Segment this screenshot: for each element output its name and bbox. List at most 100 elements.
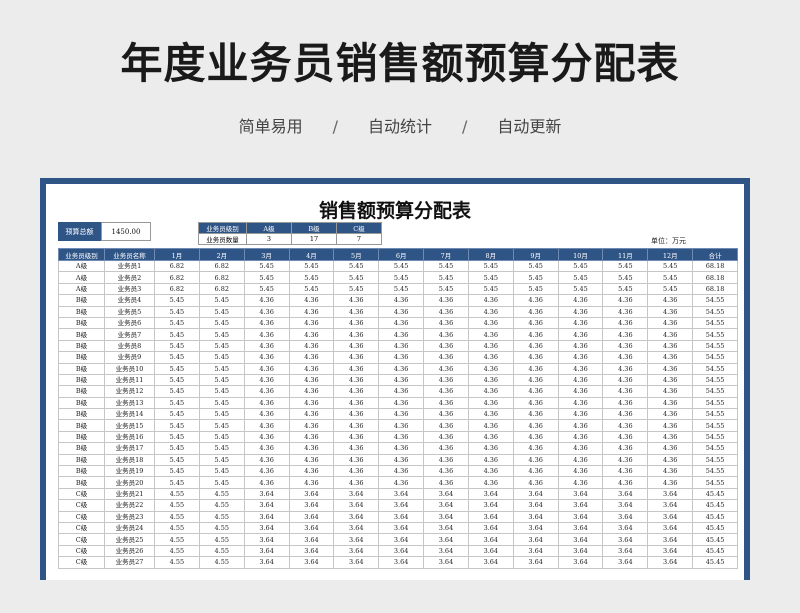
column-header[interactable]: 8月 bbox=[467, 248, 514, 261]
month-cell[interactable]: 4.36 bbox=[467, 373, 514, 387]
month-cell[interactable]: 4.36 bbox=[243, 385, 290, 398]
month-cell[interactable]: 3.64 bbox=[602, 487, 649, 501]
column-header[interactable]: 3月 bbox=[243, 248, 290, 261]
month-cell[interactable]: 4.36 bbox=[557, 373, 604, 387]
month-cell[interactable]: 3.64 bbox=[378, 544, 425, 558]
month-cell[interactable]: 4.36 bbox=[243, 396, 290, 410]
month-cell[interactable]: 5.45 bbox=[333, 259, 380, 273]
month-cell[interactable]: 4.36 bbox=[333, 465, 380, 478]
level-cell[interactable]: B级 bbox=[58, 465, 105, 478]
month-cell[interactable]: 4.55 bbox=[198, 510, 245, 524]
month-cell[interactable]: 4.36 bbox=[512, 294, 559, 307]
month-cell[interactable]: 5.45 bbox=[602, 259, 649, 273]
month-cell[interactable]: 4.36 bbox=[288, 339, 335, 353]
month-cell[interactable]: 3.64 bbox=[467, 533, 514, 546]
month-cell[interactable]: 3.64 bbox=[512, 510, 559, 524]
total-cell[interactable]: 54.55 bbox=[692, 351, 738, 364]
total-cell[interactable]: 54.55 bbox=[692, 294, 738, 307]
month-cell[interactable]: 3.64 bbox=[647, 544, 694, 558]
month-cell[interactable]: 4.36 bbox=[512, 339, 559, 353]
level-cell[interactable]: B级 bbox=[58, 339, 105, 353]
month-cell[interactable]: 5.45 bbox=[154, 385, 200, 398]
month-cell[interactable]: 4.36 bbox=[647, 396, 694, 410]
level-cell[interactable]: C级 bbox=[58, 544, 105, 558]
month-cell[interactable]: 5.45 bbox=[198, 453, 245, 467]
month-cell[interactable]: 4.36 bbox=[557, 453, 604, 467]
month-cell[interactable]: 5.45 bbox=[154, 373, 200, 387]
month-cell[interactable]: 3.64 bbox=[288, 533, 335, 546]
level-cell[interactable]: C级 bbox=[58, 499, 105, 512]
month-cell[interactable]: 4.36 bbox=[602, 351, 649, 364]
month-cell[interactable]: 3.64 bbox=[378, 521, 425, 535]
month-cell[interactable]: 5.45 bbox=[198, 362, 245, 375]
month-cell[interactable]: 3.64 bbox=[557, 521, 604, 535]
month-cell[interactable]: 4.36 bbox=[647, 385, 694, 398]
month-cell[interactable]: 4.36 bbox=[557, 351, 604, 364]
month-cell[interactable]: 4.36 bbox=[378, 373, 425, 387]
month-cell[interactable]: 4.36 bbox=[647, 419, 694, 432]
month-cell[interactable]: 5.45 bbox=[198, 430, 245, 444]
name-cell[interactable]: 业务员15 bbox=[104, 419, 155, 432]
name-cell[interactable]: 业务员18 bbox=[104, 453, 155, 467]
month-cell[interactable]: 3.64 bbox=[512, 521, 559, 535]
month-cell[interactable]: 5.45 bbox=[198, 294, 245, 307]
month-cell[interactable]: 4.36 bbox=[243, 351, 290, 364]
month-cell[interactable]: 4.36 bbox=[467, 476, 514, 489]
month-cell[interactable]: 4.36 bbox=[512, 465, 559, 478]
level-cell[interactable]: B级 bbox=[58, 305, 105, 318]
month-cell[interactable]: 3.64 bbox=[243, 533, 290, 546]
month-cell[interactable]: 5.45 bbox=[198, 316, 245, 330]
month-cell[interactable]: 5.45 bbox=[154, 396, 200, 410]
month-cell[interactable]: 5.45 bbox=[198, 328, 245, 341]
level-cell[interactable]: B级 bbox=[58, 453, 105, 467]
month-cell[interactable]: 4.36 bbox=[557, 339, 604, 353]
count-b[interactable]: 17 bbox=[291, 233, 337, 245]
month-cell[interactable]: 5.45 bbox=[467, 282, 514, 296]
name-cell[interactable]: 业务员11 bbox=[104, 373, 155, 387]
month-cell[interactable]: 5.45 bbox=[198, 385, 245, 398]
total-cell[interactable]: 68.18 bbox=[692, 282, 738, 296]
name-cell[interactable]: 业务员26 bbox=[104, 544, 155, 558]
name-cell[interactable]: 业务员22 bbox=[104, 499, 155, 512]
month-cell[interactable]: 4.36 bbox=[378, 465, 425, 478]
total-cell[interactable]: 68.18 bbox=[692, 259, 738, 273]
month-cell[interactable]: 4.36 bbox=[378, 328, 425, 341]
month-cell[interactable]: 3.64 bbox=[243, 487, 290, 501]
month-cell[interactable]: 4.36 bbox=[512, 385, 559, 398]
month-cell[interactable]: 4.36 bbox=[333, 294, 380, 307]
column-header[interactable]: 业务员名称 bbox=[104, 248, 155, 261]
name-cell[interactable]: 业务员6 bbox=[104, 316, 155, 330]
month-cell[interactable]: 6.82 bbox=[154, 271, 200, 284]
month-cell[interactable]: 3.64 bbox=[512, 544, 559, 558]
month-cell[interactable]: 4.36 bbox=[333, 396, 380, 410]
month-cell[interactable]: 5.45 bbox=[378, 282, 425, 296]
month-cell[interactable]: 4.36 bbox=[243, 442, 290, 455]
month-cell[interactable]: 3.64 bbox=[288, 487, 335, 501]
name-cell[interactable]: 业务员20 bbox=[104, 476, 155, 489]
month-cell[interactable]: 5.45 bbox=[154, 294, 200, 307]
month-cell[interactable]: 3.64 bbox=[423, 533, 469, 546]
month-cell[interactable]: 3.64 bbox=[512, 533, 559, 546]
month-cell[interactable]: 4.36 bbox=[423, 453, 469, 467]
month-cell[interactable]: 4.36 bbox=[243, 465, 290, 478]
month-cell[interactable]: 3.64 bbox=[647, 487, 694, 501]
month-cell[interactable]: 4.36 bbox=[423, 351, 469, 364]
month-cell[interactable]: 5.45 bbox=[423, 271, 469, 284]
level-cell[interactable]: B级 bbox=[58, 362, 105, 375]
count-a[interactable]: 3 bbox=[246, 233, 292, 245]
month-cell[interactable]: 4.36 bbox=[378, 408, 425, 421]
month-cell[interactable]: 4.36 bbox=[467, 316, 514, 330]
month-cell[interactable]: 4.36 bbox=[602, 419, 649, 432]
month-cell[interactable]: 4.36 bbox=[512, 351, 559, 364]
month-cell[interactable]: 4.36 bbox=[378, 294, 425, 307]
month-cell[interactable]: 4.36 bbox=[288, 328, 335, 341]
count-c[interactable]: 7 bbox=[336, 233, 382, 245]
month-cell[interactable]: 5.45 bbox=[423, 259, 469, 273]
month-cell[interactable]: 4.36 bbox=[557, 465, 604, 478]
month-cell[interactable]: 4.36 bbox=[467, 294, 514, 307]
month-cell[interactable]: 4.36 bbox=[333, 442, 380, 455]
month-cell[interactable]: 3.64 bbox=[602, 533, 649, 546]
month-cell[interactable]: 4.36 bbox=[602, 328, 649, 341]
month-cell[interactable]: 3.64 bbox=[288, 510, 335, 524]
month-cell[interactable]: 5.45 bbox=[198, 465, 245, 478]
